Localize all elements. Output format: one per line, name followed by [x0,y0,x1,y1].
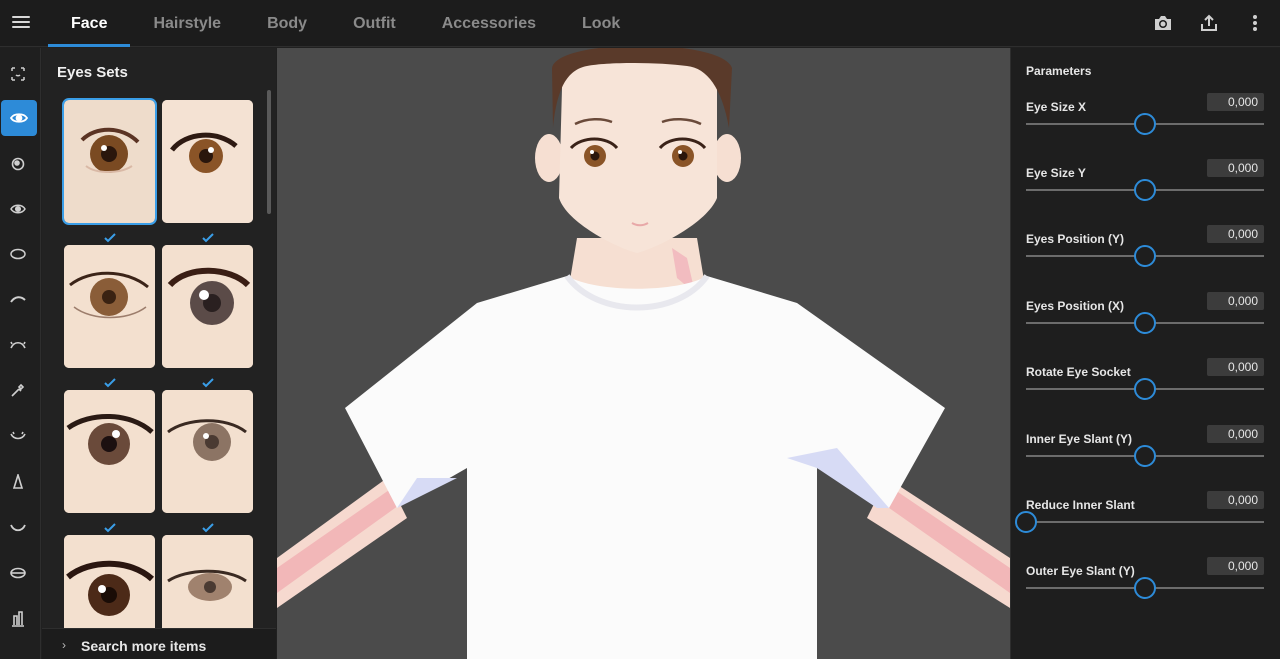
slider-knob[interactable] [1134,577,1156,599]
parameters-panel: Parameters Eye Size X 0,000 Eye Size Y 0… [1010,48,1280,659]
eyes-sets-panel: Eyes Sets › Search more items [42,48,276,659]
ear-icon[interactable] [0,601,36,637]
slider-knob[interactable] [1134,245,1156,267]
eye-set-thumbnail[interactable] [64,245,155,368]
tab-outfit[interactable]: Outfit [330,0,419,47]
param-label: Rotate Eye Socket [1026,365,1131,379]
param-label: Eye Size X [1026,100,1087,114]
param-value-field[interactable]: 0,000 [1207,93,1264,111]
param-label: Outer Eye Slant (Y) [1026,564,1135,578]
iris-icon[interactable] [0,146,36,182]
tab-bar: Face Hairstyle Body Outfit Accessories L… [48,0,643,47]
check-icon [104,230,116,243]
tab-face[interactable]: Face [48,0,131,47]
avatar-viewport[interactable] [277,48,1010,659]
check-icon [104,520,116,533]
eye-highlight-icon[interactable] [0,191,36,227]
tab-body[interactable]: Body [244,0,330,47]
param-label: Inner Eye Slant (Y) [1026,432,1133,446]
tab-accessories[interactable]: Accessories [419,0,559,47]
param-label: Eyes Position (X) [1026,299,1125,313]
tab-hairstyle[interactable]: Hairstyle [130,0,244,47]
slider-knob[interactable] [1134,378,1156,400]
scrollbar[interactable] [267,90,271,214]
param-label: Eyes Position (Y) [1026,232,1125,246]
param-outer-eye-slant-y: Outer Eye Slant (Y) 0,000 [1026,557,1264,624]
export-icon[interactable] [1196,10,1222,36]
search-more-label: Search more items [81,638,207,654]
check-icon [104,375,116,388]
eye-icon[interactable] [1,100,37,136]
slider-knob[interactable] [1015,511,1037,533]
param-eye-size-y: Eye Size Y 0,000 [1026,159,1264,226]
check-icon [202,230,214,243]
chevron-right-icon: › [62,638,66,652]
lower-lash-icon[interactable] [0,418,36,454]
param-rotate-eye-socket: Rotate Eye Socket 0,000 [1026,358,1264,425]
search-more-button[interactable]: › Search more items [42,628,276,659]
slider-knob[interactable] [1134,113,1156,135]
mouth-icon[interactable] [0,510,36,546]
hamburger-menu-icon[interactable] [10,13,32,33]
more-vert-icon[interactable] [1242,10,1268,36]
param-value-field[interactable]: 0,000 [1207,425,1264,443]
param-value-field[interactable]: 0,000 [1207,159,1264,177]
top-bar: Face Hairstyle Body Outfit Accessories L… [0,0,1280,47]
eyelash-icon[interactable] [0,326,36,362]
slider-knob[interactable] [1134,312,1156,334]
param-value-field[interactable]: 0,000 [1207,292,1264,310]
face-outline-icon[interactable] [0,56,36,92]
eye-set-thumbnail[interactable] [162,100,253,223]
eye-shape-icon[interactable] [0,236,36,272]
param-eye-size-x: Eye Size X 0,000 [1026,93,1264,160]
lips-icon[interactable] [0,555,36,591]
param-value-field[interactable]: 0,000 [1207,557,1264,575]
panel-title: Eyes Sets [57,64,128,81]
camera-icon[interactable] [1150,10,1176,36]
slider-knob[interactable] [1134,179,1156,201]
eye-set-thumbnail[interactable] [62,98,157,225]
eyedropper-icon[interactable] [0,372,36,408]
param-inner-eye-slant-y: Inner Eye Slant (Y) 0,000 [1026,425,1264,492]
nose-icon[interactable] [0,464,36,500]
param-value-field[interactable]: 0,000 [1207,225,1264,243]
param-label: Eye Size Y [1026,166,1086,180]
slider-track[interactable] [1026,521,1264,523]
eye-set-thumbnail[interactable] [64,390,155,513]
param-value-field[interactable]: 0,000 [1207,358,1264,376]
tab-look[interactable]: Look [559,0,643,47]
param-eyes-position-y: Eyes Position (Y) 0,000 [1026,225,1264,292]
param-reduce-inner-slant: Reduce Inner Slant 0,000 [1015,491,1264,558]
check-icon [202,520,214,533]
slider-knob[interactable] [1134,445,1156,467]
check-icon [202,375,214,388]
eye-set-thumbnail[interactable] [162,390,253,513]
param-label: Reduce Inner Slant [1026,498,1135,512]
param-value-field[interactable]: 0,000 [1207,491,1264,509]
category-rail [0,48,41,659]
param-eyes-position-x: Eyes Position (X) 0,000 [1026,292,1264,359]
eyebrow-icon[interactable] [0,281,36,317]
avatar-preview [277,48,1010,659]
eye-set-thumbnail[interactable] [162,245,253,368]
parameters-title: Parameters [1026,64,1092,78]
